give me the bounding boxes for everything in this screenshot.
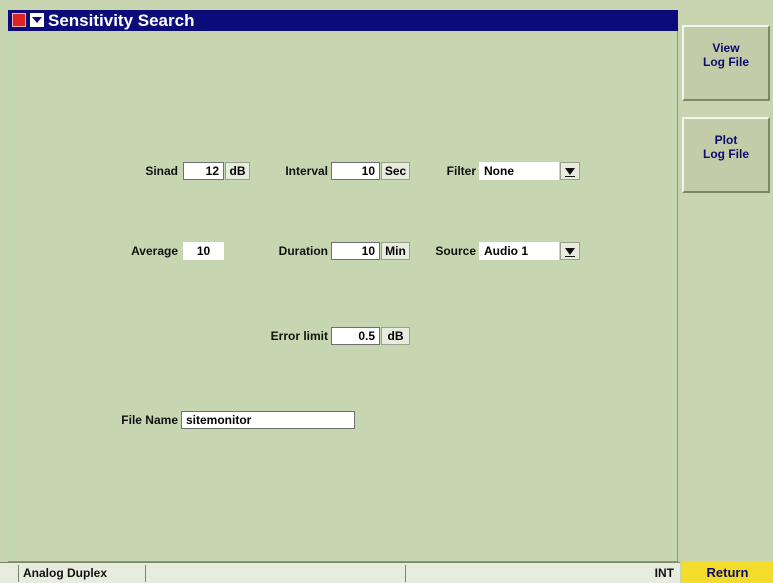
filter-label: Filter (446, 164, 476, 178)
window-title-bar: Sensitivity Search (8, 10, 678, 31)
error-limit-label: Error limit (270, 329, 328, 343)
plot-log-file-button[interactable]: Plot Log File (682, 117, 770, 193)
filter-dropdown-icon[interactable] (560, 162, 580, 180)
interval-label: Interval (285, 164, 328, 178)
duration-label: Duration (278, 244, 328, 258)
system-menu-icon[interactable] (12, 13, 26, 27)
duration-unit: Min (381, 242, 410, 260)
interval-field[interactable]: 10 (331, 162, 380, 180)
status-ref: INT (654, 566, 674, 580)
interval-unit: Sec (381, 162, 410, 180)
plot-log-file-line2: Log File (703, 147, 749, 161)
plot-log-file-line1: Plot (714, 133, 738, 147)
sinad-field[interactable]: 12 (183, 162, 224, 180)
status-bar: Analog Duplex INT (0, 562, 680, 583)
status-mode: Analog Duplex (18, 565, 146, 582)
error-limit-field[interactable]: 0.5 (331, 327, 380, 345)
duration-field[interactable]: 10 (331, 242, 380, 260)
window-title: Sensitivity Search (48, 11, 195, 30)
sensitivity-search-panel: Sinad 12 dB Interval 10 Sec Filter None … (8, 31, 678, 562)
status-cell-blank (146, 565, 406, 582)
average-field[interactable]: 10 (183, 242, 224, 260)
view-log-file-button[interactable]: View Log File (682, 25, 770, 101)
source-select[interactable]: Audio 1 (479, 242, 559, 260)
sinad-label: Sinad (145, 164, 178, 178)
file-name-label: File Name (121, 413, 178, 427)
source-dropdown-icon[interactable] (560, 242, 580, 260)
view-log-file-line1: View (712, 41, 740, 55)
filter-select[interactable]: None (479, 162, 559, 180)
sinad-unit: dB (225, 162, 250, 180)
view-log-file-line2: Log File (703, 55, 749, 69)
file-name-field[interactable]: sitemonitor (181, 411, 355, 429)
average-label: Average (131, 244, 178, 258)
return-button[interactable]: Return (682, 562, 773, 583)
window-menu-dropdown-icon[interactable] (30, 13, 44, 27)
source-label: Source (435, 244, 476, 258)
error-limit-unit: dB (381, 327, 410, 345)
